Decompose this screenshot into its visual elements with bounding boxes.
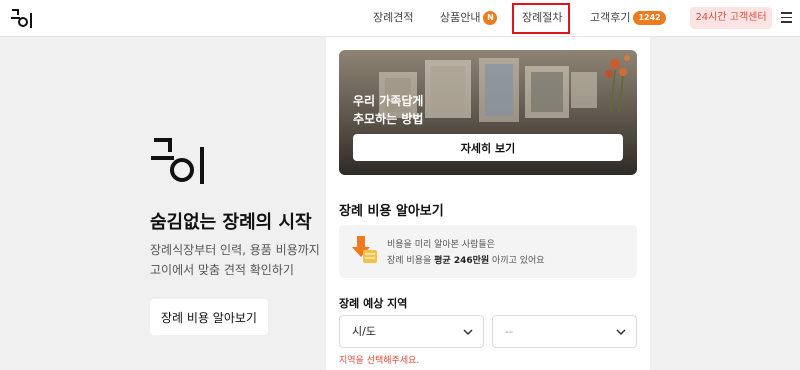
info-line-2: 장례 비용을 평균 246만원 아끼고 있어요 [387,253,545,266]
memorial-banner[interactable]: 우리 가족답게 추모하는 방법 자세히 보기 [339,50,637,175]
average-savings: 평균 246만원 [434,256,490,266]
nav-products[interactable]: 상품안내 N [440,10,498,26]
region-label: 장례 예상 지역 [339,297,408,310]
highlight-box [512,3,570,34]
cost-check-button[interactable]: 장례 비용 알아보기 [150,299,268,335]
chevron-down-icon [616,329,626,336]
nav-estimate[interactable]: 장례견적 [373,10,413,26]
main-panel: 우리 가족답게 추모하는 방법 자세히 보기 장례 비용 알아보기 비용을 미리… [326,37,650,370]
goi-logo-icon[interactable] [10,7,34,29]
banner-title-line1: 우리 가족답게 [353,94,424,108]
savings-info-box: 비용을 미리 알아본 사람들은 장례 비용을 평균 246만원 아끼고 있어요 [339,225,637,278]
city-select[interactable]: -- [492,315,637,348]
nav-products-label: 상품안내 [440,11,481,24]
new-badge: N [483,11,498,25]
city-select-value: -- [505,325,513,338]
customer-center-button[interactable]: 24시간 고객센터 [690,7,772,29]
cost-section-title: 장례 비용 알아보기 [339,204,444,219]
top-header: 장례견적 상품안내 N 장례절차 고객후기 1242 24시간 고객센터 [0,0,800,37]
info-line-1: 비용을 미리 알아본 사람들은 [387,240,495,250]
brand-desc-line1: 장례식장부터 인력, 용품 비용까지 [150,243,320,257]
info-prefix: 장례 비용을 [387,256,435,266]
province-select-value: 시/도 [352,325,376,338]
nav-estimate-label: 장례견적 [373,11,414,24]
goi-brand-logo-icon [151,138,204,184]
nav-reviews-label: 고객후기 [590,11,631,24]
region-error-message: 지역을 선택해주세요. [339,356,420,366]
banner-detail-button[interactable]: 자세히 보기 [353,134,623,161]
banner-title: 우리 가족답게 추모하는 방법 [353,92,423,128]
info-suffix: 아끼고 있어요 [489,256,545,266]
chevron-down-icon [463,329,473,336]
brand-description: 장례식장부터 인력, 용품 비용까지 고이에서 맞춤 견적 확인하기 [150,240,320,280]
brand-desc-line2: 고이에서 맞춤 견적 확인하기 [150,263,294,277]
province-select[interactable]: 시/도 [339,315,484,348]
brand-title: 숨김없는 장례의 시작 [150,212,312,233]
money-bag-down-icon [352,236,377,263]
hamburger-menu-icon[interactable] [781,12,792,23]
banner-title-line2: 추모하는 방법 [353,112,424,126]
review-count-badge: 1242 [633,11,666,25]
nav-reviews[interactable]: 고객후기 1242 [590,10,666,26]
